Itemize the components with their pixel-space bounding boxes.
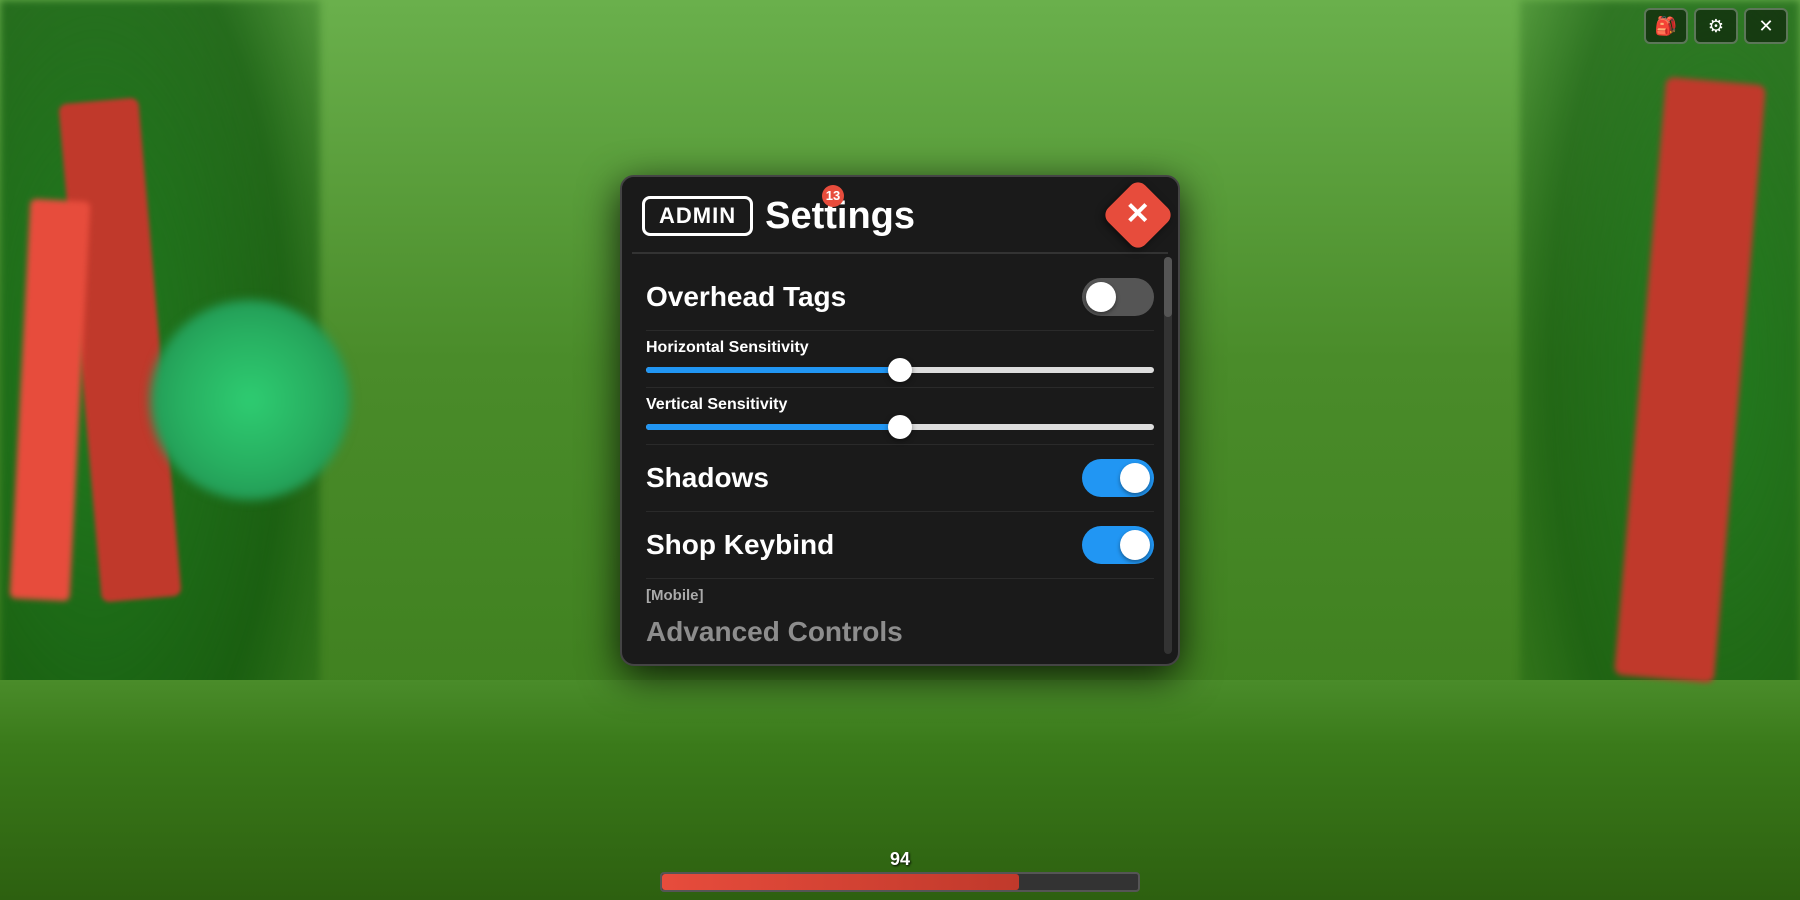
close-icon: ✕: [1125, 199, 1150, 229]
settings-content: Overhead Tags Horizontal Sensitivity Ver…: [622, 254, 1178, 644]
mobile-label: [Mobile]: [646, 579, 1154, 604]
shadows-label: Shadows: [646, 462, 769, 494]
settings-panel: ADMIN Settings 13 ✕ Overhead Tags Horizo…: [620, 175, 1180, 666]
shop-keybind-label: Shop Keybind: [646, 529, 834, 561]
shop-keybind-toggle[interactable]: [1082, 526, 1154, 564]
shadows-knob: [1120, 463, 1150, 493]
overhead-tags-row: Overhead Tags: [646, 264, 1154, 331]
horizontal-sensitivity-slider[interactable]: [646, 367, 1154, 373]
shadows-toggle[interactable]: [1082, 459, 1154, 497]
vertical-sensitivity-section: Vertical Sensitivity: [646, 388, 1154, 445]
scrollbar[interactable]: [1164, 257, 1172, 654]
horizontal-sensitivity-section: Horizontal Sensitivity: [646, 331, 1154, 388]
overhead-tags-knob: [1086, 282, 1116, 312]
overhead-tags-label: Overhead Tags: [646, 281, 846, 313]
notification-badge: 13: [822, 185, 844, 207]
shadows-row: Shadows: [646, 445, 1154, 512]
vertical-sensitivity-fill: [646, 424, 900, 430]
horizontal-sensitivity-fill: [646, 367, 900, 373]
vertical-sensitivity-label: Vertical Sensitivity: [646, 396, 1154, 414]
close-button[interactable]: ✕: [1101, 178, 1175, 252]
horizontal-sensitivity-thumb[interactable]: [888, 358, 912, 382]
advanced-controls-label: Advanced Controls: [646, 616, 903, 644]
vertical-sensitivity-thumb[interactable]: [888, 415, 912, 439]
overhead-tags-toggle[interactable]: [1082, 278, 1154, 316]
shop-keybind-knob: [1120, 530, 1150, 560]
horizontal-sensitivity-label: Horizontal Sensitivity: [646, 339, 1154, 357]
admin-badge: ADMIN: [642, 196, 753, 236]
shop-keybind-row: Shop Keybind: [646, 512, 1154, 579]
settings-header: ADMIN Settings 13 ✕: [622, 177, 1178, 252]
scroll-thumb[interactable]: [1164, 257, 1172, 317]
vertical-sensitivity-slider[interactable]: [646, 424, 1154, 430]
modal-overlay: ADMIN Settings 13 ✕ Overhead Tags Horizo…: [0, 0, 1800, 900]
advanced-controls-row: Advanced Controls: [646, 604, 1154, 644]
